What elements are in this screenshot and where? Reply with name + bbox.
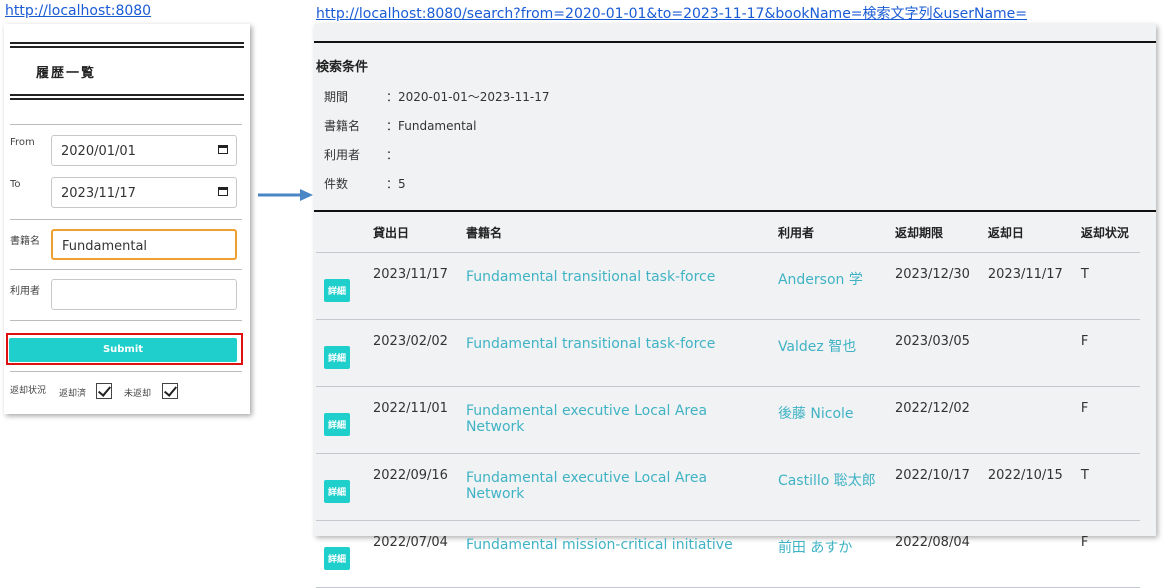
divider xyxy=(10,269,242,270)
col-header-lend-date: 貸出日 xyxy=(364,212,457,253)
due-date-cell: 2023/12/30 xyxy=(885,252,979,320)
detail-button[interactable]: 詳細 xyxy=(324,278,351,302)
returned-label: 返却済 xyxy=(59,389,87,399)
col-header-user: 利用者 xyxy=(768,212,886,253)
return-status-cell: F xyxy=(1071,520,1140,588)
results-panel: 検索条件 期間 ：2020-01-01～2023-11-17 書籍名 ：Fund… xyxy=(314,24,1156,588)
table-row: 詳細 2022/09/16 Fundamental executive Loca… xyxy=(316,453,1140,521)
submit-button[interactable]: Submit xyxy=(9,338,237,362)
book-name-input[interactable]: Fundamental xyxy=(51,229,237,260)
user-name-link[interactable]: Castillo 聡太郎 xyxy=(768,453,886,521)
user-name-input[interactable] xyxy=(51,279,237,310)
return-date-cell: 2022/10/15 xyxy=(978,453,1072,521)
lend-date-cell: 2022/09/16 xyxy=(364,453,457,521)
from-label: From xyxy=(10,137,35,148)
detail-button[interactable]: 詳細 xyxy=(324,479,351,503)
table-row: 詳細 2023/02/02 Fundamental transitional t… xyxy=(316,319,1140,387)
user-name-label: 利用者 xyxy=(10,286,40,297)
from-date-input[interactable]: 2020/01/01 xyxy=(51,135,237,166)
to-date-value: 2023/11/17 xyxy=(61,186,136,201)
condition-value: ： xyxy=(386,148,399,162)
return-date-cell xyxy=(978,319,1072,387)
detail-button[interactable]: 詳細 xyxy=(324,412,351,436)
conditions-title: 検索条件 xyxy=(316,60,369,75)
col-header-book-name: 書籍名 xyxy=(456,212,769,253)
condition-label: 件数 xyxy=(324,177,349,191)
due-date-cell: 2022/10/17 xyxy=(885,453,979,521)
table-row: 詳細 2023/11/17 Fundamental transitional t… xyxy=(316,252,1140,320)
detail-button[interactable]: 詳細 xyxy=(324,345,351,369)
divider xyxy=(10,320,242,321)
return-status-cell: T xyxy=(1071,252,1140,320)
title-top-divider xyxy=(10,42,244,48)
condition-label: 利用者 xyxy=(324,148,361,162)
col-header-return-status: 返却状況 xyxy=(1071,212,1140,253)
divider xyxy=(10,219,242,220)
return-date-cell: 2023/11/17 xyxy=(978,252,1072,320)
arrow-right-icon xyxy=(258,189,313,201)
unreturned-checkbox[interactable] xyxy=(162,383,178,399)
return-status-cell: F xyxy=(1071,386,1140,454)
table-row: 詳細 2022/07/04 Fundamental mission-critic… xyxy=(316,520,1140,588)
results-table: 貸出日 書籍名 利用者 返却期限 返却日 返却状況 詳細 2023/11/17 … xyxy=(316,212,1140,588)
left-url-link[interactable]: http://localhost:8080 xyxy=(5,3,151,19)
lend-date-cell: 2023/11/17 xyxy=(364,252,457,320)
divider xyxy=(10,124,242,125)
col-header-action xyxy=(316,212,364,253)
table-row: 詳細 2022/11/01 Fundamental executive Loca… xyxy=(316,386,1140,454)
detail-button[interactable]: 詳細 xyxy=(324,546,351,570)
condition-label: 期間 xyxy=(324,90,349,104)
from-date-value: 2020/01/01 xyxy=(61,144,136,159)
book-name-link[interactable]: Fundamental executive Local Area Network xyxy=(456,453,769,521)
condition-value: ：2020-01-01～2023-11-17 xyxy=(386,90,550,104)
book-name-link[interactable]: Fundamental transitional task-force xyxy=(456,252,769,320)
user-name-link[interactable]: 後藤 Nicole xyxy=(768,386,886,454)
return-status-cell: T xyxy=(1071,453,1140,521)
book-name-link[interactable]: Fundamental mission-critical initiative xyxy=(456,520,769,588)
return-status-cell: F xyxy=(1071,319,1140,387)
due-date-cell: 2022/12/02 xyxy=(885,386,979,454)
due-date-cell: 2023/03/05 xyxy=(885,319,979,387)
col-header-return-date: 返却日 xyxy=(978,212,1072,253)
returned-checkbox[interactable] xyxy=(96,383,112,399)
due-date-cell: 2022/08/04 xyxy=(885,520,979,588)
condition-value: ：5 xyxy=(386,177,406,191)
col-header-due-date: 返却期限 xyxy=(885,212,979,253)
condition-label: 書籍名 xyxy=(324,119,361,133)
book-name-link[interactable]: Fundamental transitional task-force xyxy=(456,319,769,387)
search-form-panel: 履歴一覧 From 2020/01/01 To 2023/11/17 書籍名 F… xyxy=(4,24,250,414)
book-name-value: Fundamental xyxy=(62,239,148,254)
page-title: 履歴一覧 xyxy=(36,66,97,81)
to-date-input[interactable]: 2023/11/17 xyxy=(51,177,237,208)
user-name-link[interactable]: Anderson 学 xyxy=(768,252,886,320)
to-label: To xyxy=(10,179,21,190)
table-header-row: 貸出日 書籍名 利用者 返却期限 返却日 返却状況 xyxy=(316,212,1140,253)
user-name-link[interactable]: Valdez 智也 xyxy=(768,319,886,387)
condition-value: ：Fundamental xyxy=(386,119,477,133)
calendar-icon[interactable] xyxy=(218,145,228,154)
divider xyxy=(10,371,242,372)
book-name-link[interactable]: Fundamental executive Local Area Network xyxy=(456,386,769,454)
unreturned-label: 未返却 xyxy=(124,389,152,399)
user-name-link[interactable]: 前田 あすか xyxy=(768,520,886,588)
lend-date-cell: 2022/11/01 xyxy=(364,386,457,454)
right-url-link[interactable]: http://localhost:8080/search?from=2020-0… xyxy=(316,3,1027,23)
top-divider xyxy=(314,41,1156,43)
lend-date-cell: 2022/07/04 xyxy=(364,520,457,588)
lend-date-cell: 2023/02/02 xyxy=(364,319,457,387)
title-bottom-divider xyxy=(10,94,244,100)
calendar-icon[interactable] xyxy=(218,187,228,196)
return-date-cell xyxy=(978,386,1072,454)
book-name-label: 書籍名 xyxy=(10,236,40,247)
return-status-label: 返却状況 xyxy=(10,386,47,396)
return-date-cell xyxy=(978,520,1072,588)
